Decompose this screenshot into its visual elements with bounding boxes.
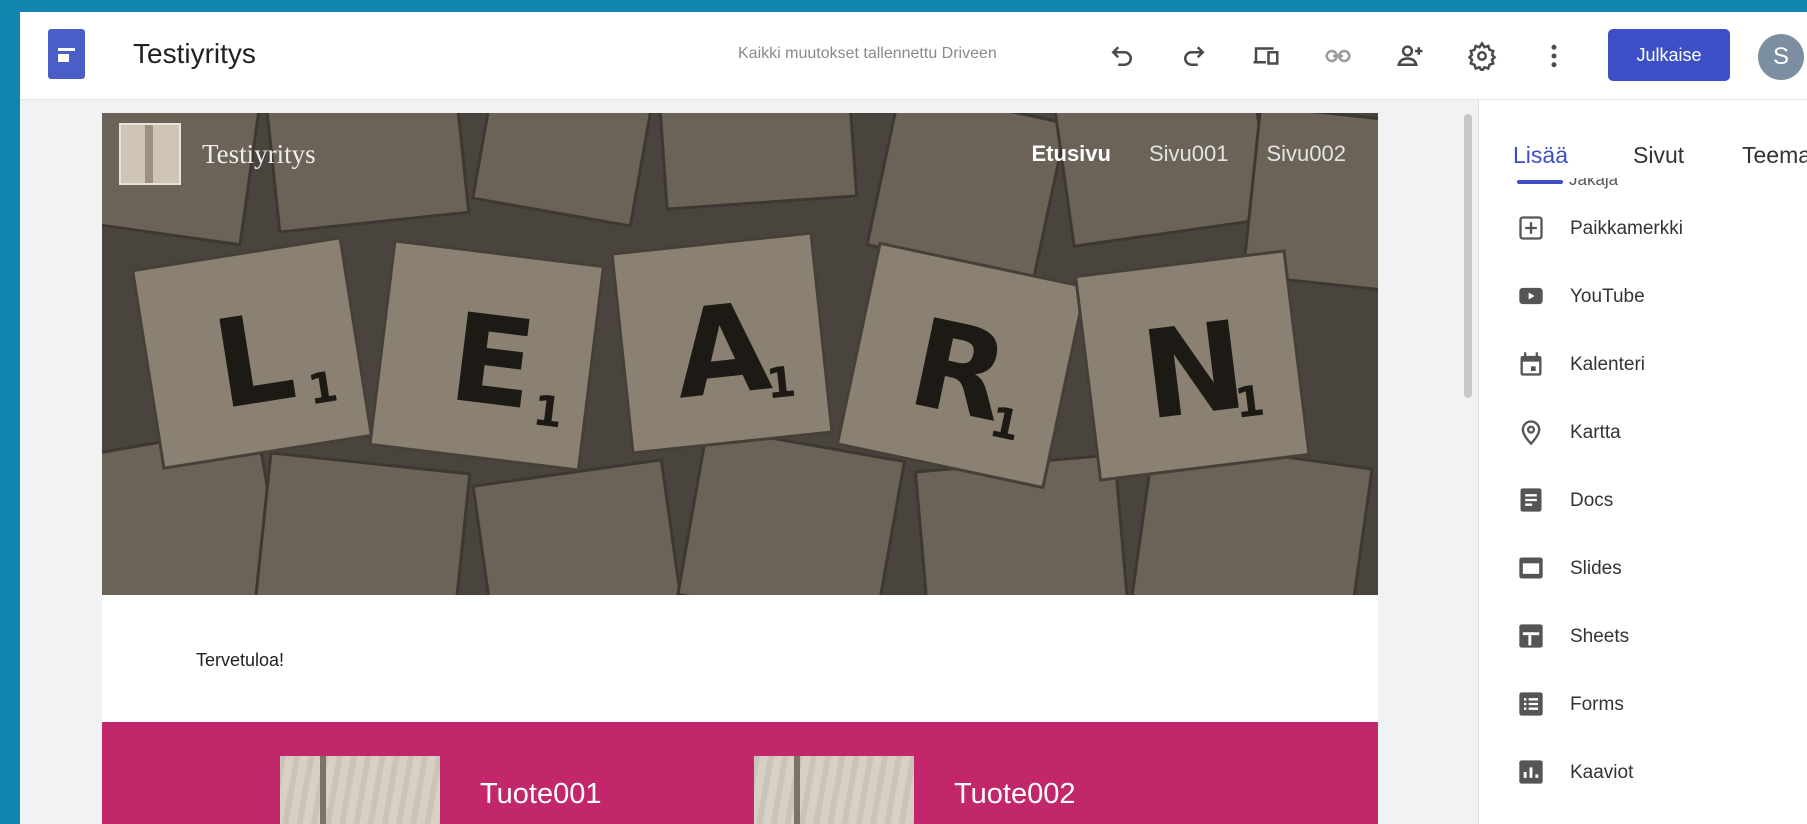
calendar-icon bbox=[1517, 350, 1545, 378]
panel-item-docs[interactable]: Docs bbox=[1479, 472, 1807, 530]
preview-icon[interactable] bbox=[1246, 36, 1286, 76]
site-logo[interactable] bbox=[119, 123, 181, 185]
panel-item-label: Docs bbox=[1570, 490, 1614, 511]
panel-item-kalenteri[interactable]: Kalenteri bbox=[1479, 336, 1807, 394]
tile-subscript-a: 1 bbox=[764, 357, 798, 409]
panel-item-forms[interactable]: Forms bbox=[1479, 676, 1807, 734]
sites-editor-window: Testiyritys Kaikki muutokset tallennettu… bbox=[20, 12, 1807, 824]
tile-letter-n: N bbox=[1135, 294, 1254, 447]
nav-sivu001[interactable]: Sivu001 bbox=[1149, 141, 1229, 167]
map-pin-icon bbox=[1517, 418, 1545, 446]
tab-sivut[interactable]: Sivut bbox=[1633, 142, 1684, 169]
more-icon[interactable] bbox=[1534, 36, 1574, 76]
panel-item-label: Sheets bbox=[1570, 626, 1630, 647]
forms-icon bbox=[1517, 690, 1545, 718]
undo-icon[interactable] bbox=[1102, 36, 1142, 76]
panel-item-kaaviot[interactable]: Kaaviot bbox=[1479, 744, 1807, 802]
site-navigation: Etusivu Sivu001 Sivu002 bbox=[1032, 141, 1347, 167]
panel-item-label: Kartta bbox=[1570, 422, 1621, 443]
link-icon[interactable] bbox=[1318, 36, 1358, 76]
panel-item-label: Forms bbox=[1570, 694, 1624, 715]
publish-button[interactable]: Julkaise bbox=[1608, 29, 1730, 81]
tile-subscript-l: 1 bbox=[305, 361, 342, 414]
site-name[interactable]: Testiyritys bbox=[202, 139, 316, 170]
tile-letter-l: L bbox=[205, 285, 304, 437]
active-tab-indicator bbox=[1517, 180, 1563, 184]
tab-lisaa[interactable]: Lisää bbox=[1513, 142, 1568, 169]
settings-icon[interactable] bbox=[1462, 36, 1502, 76]
youtube-icon bbox=[1517, 282, 1545, 310]
panel-item-paikkamerkki[interactable]: Paikkamerkki bbox=[1479, 200, 1807, 258]
panel-item-label: Slides bbox=[1570, 558, 1622, 579]
insert-panel: Lisää Sivut Teema Jakaja Paikkamerkki Yo… bbox=[1478, 100, 1807, 824]
panel-tabs: Lisää Sivut Teema bbox=[1479, 100, 1807, 186]
site-preview: L E A R N 1 1 1 1 1 Testiyritys Etusivu … bbox=[102, 113, 1378, 824]
tile-subscript-e: 1 bbox=[530, 385, 565, 437]
panel-item-slides[interactable]: Slides bbox=[1479, 540, 1807, 598]
panel-item-kartta[interactable]: Kartta bbox=[1479, 404, 1807, 462]
panel-item-label: Paikkamerkki bbox=[1570, 218, 1683, 239]
save-status: Kaikki muutokset tallennettu Driveen bbox=[738, 45, 997, 62]
panel-item-youtube[interactable]: YouTube bbox=[1479, 268, 1807, 326]
google-sites-logo-icon[interactable] bbox=[48, 29, 85, 79]
canvas-scrollbar[interactable] bbox=[1464, 114, 1472, 398]
avatar[interactable]: S bbox=[1758, 34, 1804, 80]
product-image[interactable] bbox=[280, 756, 440, 824]
tile-subscript-n: 1 bbox=[1232, 376, 1267, 428]
product-section[interactable]: Tuote001 Tuote002 bbox=[102, 722, 1378, 824]
panel-item-sheets[interactable]: Sheets bbox=[1479, 608, 1807, 666]
product-title[interactable]: Tuote001 bbox=[480, 778, 601, 811]
docs-icon bbox=[1517, 486, 1545, 514]
nav-sivu002[interactable]: Sivu002 bbox=[1266, 141, 1346, 167]
charts-icon bbox=[1517, 758, 1545, 786]
panel-item-label: YouTube bbox=[1570, 286, 1645, 307]
site-title[interactable]: Testiyritys bbox=[133, 38, 256, 70]
panel-item-label: Kaaviot bbox=[1570, 762, 1634, 783]
panel-item-label: Kalenteri bbox=[1570, 354, 1645, 375]
slides-icon bbox=[1517, 554, 1545, 582]
editor-canvas[interactable]: L E A R N 1 1 1 1 1 Testiyritys Etusivu … bbox=[20, 100, 1478, 824]
product-image[interactable] bbox=[754, 756, 914, 824]
hero-header[interactable]: L E A R N 1 1 1 1 1 Testiyritys Etusivu … bbox=[102, 113, 1378, 595]
placeholder-icon bbox=[1517, 214, 1545, 242]
welcome-text[interactable]: Tervetuloa! bbox=[196, 650, 284, 671]
sheets-icon bbox=[1517, 622, 1545, 650]
tab-teema[interactable]: Teema bbox=[1742, 142, 1807, 169]
tile-letter-e: E bbox=[443, 286, 543, 437]
share-icon[interactable] bbox=[1390, 36, 1430, 76]
product-title[interactable]: Tuote002 bbox=[954, 778, 1075, 811]
tile-letter-a: A bbox=[668, 275, 777, 426]
hero-letters: L E A R N 1 1 1 1 1 bbox=[205, 275, 1268, 450]
top-bar: Testiyritys Kaikki muutokset tallennettu… bbox=[20, 12, 1807, 100]
redo-icon[interactable] bbox=[1174, 36, 1214, 76]
nav-etusivu[interactable]: Etusivu bbox=[1032, 141, 1111, 167]
